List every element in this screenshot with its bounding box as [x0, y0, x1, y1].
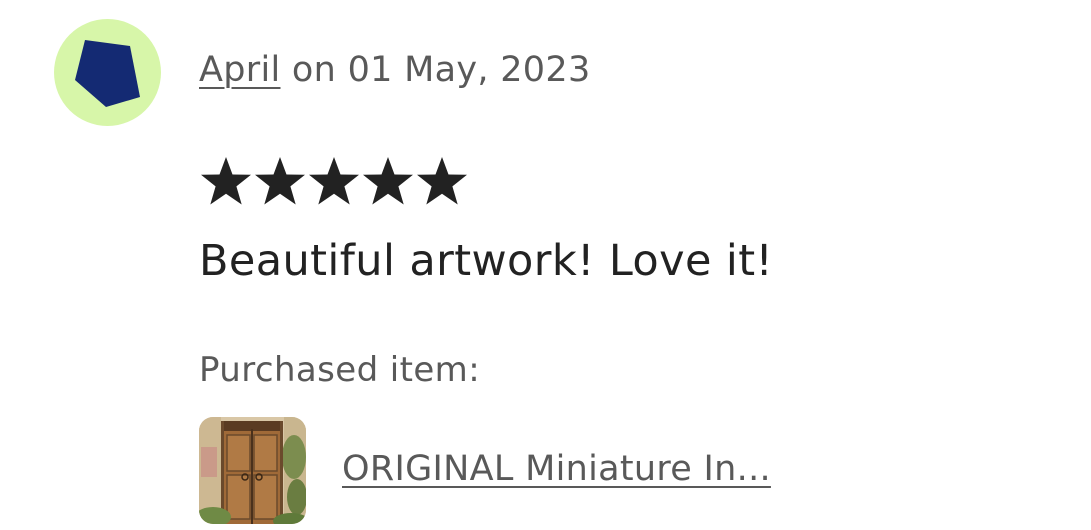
purchased-item-label: Purchased item: — [199, 350, 481, 390]
wooden-door-painting-icon — [199, 417, 306, 524]
purchased-item-link-wrapper: ORIGINAL Miniature In... — [342, 446, 771, 492]
item-thumbnail[interactable] — [199, 417, 306, 524]
star-icon — [199, 155, 253, 209]
review-byline: April on 01 May, 2023 — [199, 48, 591, 92]
date-prefix: on — [280, 50, 348, 90]
reviewer-name-link[interactable]: April — [199, 50, 281, 90]
reviewer-avatar[interactable] — [54, 19, 161, 126]
purchased-item-link[interactable]: ORIGINAL Miniature In... — [342, 449, 771, 489]
pentagon-avatar-icon — [75, 40, 140, 107]
review-date: 01 May, 2023 — [347, 50, 591, 90]
star-icon — [253, 155, 307, 209]
star-icon — [415, 155, 469, 209]
star-icon — [361, 155, 415, 209]
review-text: Beautiful artwork! Love it! — [199, 236, 774, 286]
star-icon — [307, 155, 361, 209]
star-rating — [199, 155, 469, 209]
